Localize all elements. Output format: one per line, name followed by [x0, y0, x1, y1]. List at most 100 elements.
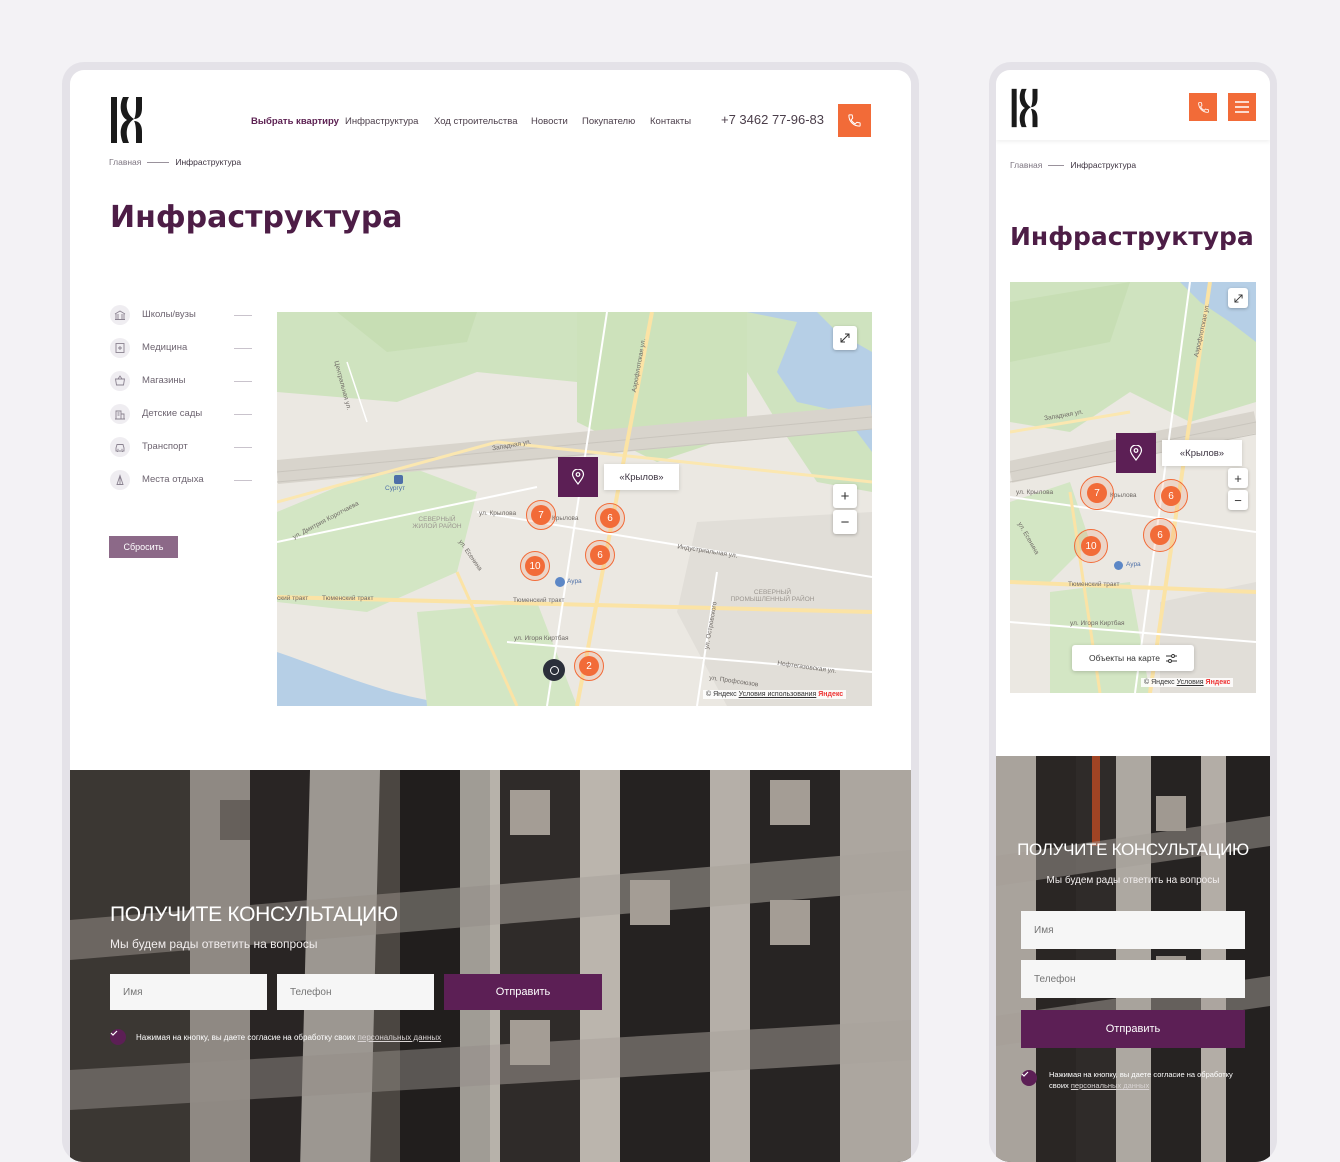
consultation-section: ПОЛУЧИТЕ КОНСУЛЬТАЦИЮ Мы будем рады отве… — [996, 756, 1270, 1162]
name-input[interactable] — [1021, 911, 1245, 949]
menu-icon — [1235, 101, 1249, 113]
project-pin[interactable] — [1116, 433, 1156, 473]
cluster-count: 10 — [525, 556, 545, 576]
map-cluster[interactable]: 10 — [1074, 529, 1108, 563]
personal-data-link[interactable]: персональных данных — [1071, 1081, 1149, 1090]
filter-transport[interactable]: Транспорт — [110, 437, 252, 457]
page-title: Инфраструктура — [110, 200, 403, 235]
personal-data-link[interactable]: персональных данных — [358, 1033, 442, 1042]
map-cluster[interactable]: 6 — [1154, 479, 1188, 513]
menu-button[interactable] — [1228, 93, 1256, 121]
map-label-street: ул. Игоря Киртбая — [514, 635, 569, 642]
map-terms-link[interactable]: Условия — [1177, 679, 1204, 686]
breadcrumb-arrow-icon — [147, 162, 170, 164]
nav-infrastructure[interactable]: Инфраструктура — [345, 116, 418, 127]
circle-icon — [549, 665, 559, 675]
filter-label: Места отдыха — [142, 474, 204, 485]
mobile-site-logo[interactable] — [1010, 88, 1040, 133]
map-cluster[interactable]: 6 — [1143, 518, 1177, 552]
kindergarten-icon — [110, 404, 130, 424]
map-cluster[interactable]: 7 — [526, 500, 556, 530]
map-label-street: Тюменский тракт — [513, 597, 565, 604]
infrastructure-map[interactable]: Сургут СЕВЕРНЫЙ ЖИЛОЙ РАЙОН СЕВЕРНЫЙ ПРО… — [277, 312, 872, 706]
filter-schools[interactable]: Школы/вузы — [110, 305, 252, 325]
map-label-street: Тюменский тракт — [1068, 581, 1120, 588]
breadcrumb-home[interactable]: Главная — [1010, 160, 1042, 170]
map-cluster[interactable]: 7 — [1080, 476, 1114, 510]
filter-kindergartens[interactable]: Детские сады — [110, 404, 252, 424]
consent-checkbox[interactable] — [1021, 1070, 1037, 1086]
cluster-count: 6 — [600, 508, 620, 528]
phone-input[interactable] — [1021, 960, 1245, 998]
map-cluster[interactable]: 2 — [574, 651, 604, 681]
fullscreen-button[interactable] — [1228, 288, 1248, 308]
map-objects-button[interactable]: Объекты на карте — [1072, 645, 1194, 671]
filter-divider — [234, 447, 252, 448]
cluster-count: 6 — [1150, 525, 1170, 545]
map-label-street: ский тракт — [277, 595, 309, 602]
zoom-in-button[interactable]: + — [1228, 468, 1248, 488]
filter-settings-icon — [1165, 653, 1177, 663]
nav-buyer[interactable]: Покупателю — [582, 116, 635, 127]
phone-input[interactable] — [277, 974, 434, 1010]
filter-recreation[interactable]: Места отдыха — [110, 470, 252, 490]
cluster-count: 6 — [1161, 486, 1181, 506]
consult-subtitle: Мы будем рады ответить на вопросы — [1046, 875, 1220, 886]
yandex-logo[interactable]: Яндекс — [1206, 679, 1231, 686]
project-pin-label: «Крылов» — [1162, 440, 1242, 466]
map-label-street: ул. Игоря Киртбая — [1070, 620, 1125, 627]
submit-button[interactable]: Отправить — [444, 974, 602, 1010]
map-cluster[interactable]: 10 — [520, 551, 550, 581]
map-label-industrial: СЕВЕРНЫЙ ПРОМЫШЛЕННЫЙ РАЙОН — [730, 589, 815, 603]
zoom-in-button[interactable]: + — [833, 484, 857, 508]
zoom-out-button[interactable]: − — [1228, 490, 1248, 510]
filter-label: Транспорт — [142, 441, 188, 452]
fullscreen-button[interactable] — [833, 326, 857, 350]
copyright-text: © Яндекс — [1144, 679, 1175, 686]
call-button[interactable] — [838, 104, 871, 137]
project-pin-label: «Крылов» — [604, 464, 679, 490]
yandex-logo[interactable]: Яндекс — [818, 691, 843, 698]
filter-label: Детские сады — [142, 408, 203, 419]
breadcrumb-current: Инфраструктура — [1070, 160, 1137, 170]
expand-icon — [840, 333, 850, 343]
map-background — [277, 312, 872, 706]
logo-mark-icon — [1011, 88, 1038, 128]
filter-divider — [234, 381, 252, 382]
name-input[interactable] — [110, 974, 267, 1010]
header-phone[interactable]: +7 3462 77-96-83 — [721, 112, 824, 127]
breadcrumb: Главная Инфраструктура — [1010, 160, 1136, 170]
map-object-marker[interactable] — [543, 659, 565, 681]
nav-choose-apartment[interactable]: Выбрать квартиру — [251, 116, 339, 127]
location-pin-icon — [571, 469, 585, 485]
map-terms-link[interactable]: Условия использования — [739, 691, 817, 698]
check-icon — [1021, 1071, 1029, 1077]
mobile-call-button[interactable] — [1189, 93, 1217, 121]
filter-divider — [234, 315, 252, 316]
project-pin[interactable] — [558, 457, 598, 497]
filter-medicine[interactable]: Медицина — [110, 338, 252, 358]
nav-contacts[interactable]: Контакты — [650, 116, 691, 127]
map-label-street: Тюменский тракт — [322, 595, 374, 602]
mobile-infrastructure-map[interactable]: Западная ул. Аэрофлотская ул. ул. Крылов… — [1010, 282, 1256, 693]
zoom-out-button[interactable]: − — [833, 510, 857, 534]
map-cluster[interactable]: 6 — [585, 540, 615, 570]
breadcrumb-arrow-icon — [1048, 165, 1065, 167]
submit-button[interactable]: Отправить — [1021, 1010, 1245, 1048]
nav-construction[interactable]: Ход строительства — [434, 116, 518, 127]
consent-checkbox[interactable] — [110, 1029, 126, 1045]
cluster-count: 7 — [1087, 483, 1107, 503]
mobile-device-frame: Главная Инфраструктура Инфраструктура Зап… — [989, 62, 1277, 1162]
logo-mark-icon — [111, 97, 142, 143]
map-label-surgut: Сургут — [385, 485, 406, 492]
poi-marker-icon — [555, 577, 565, 587]
consultation-section: ПОЛУЧИТЕ КОНСУЛЬТАЦИЮ Мы будем рады отве… — [70, 770, 911, 1162]
nav-news[interactable]: Новости — [531, 116, 568, 127]
filter-shops[interactable]: Магазины — [110, 371, 252, 391]
basket-icon — [110, 371, 130, 391]
map-cluster[interactable]: 6 — [595, 503, 625, 533]
cluster-count: 10 — [1081, 536, 1101, 556]
site-logo[interactable] — [109, 96, 145, 149]
breadcrumb-home[interactable]: Главная — [109, 157, 141, 167]
reset-button[interactable]: Сбросить — [109, 536, 178, 558]
